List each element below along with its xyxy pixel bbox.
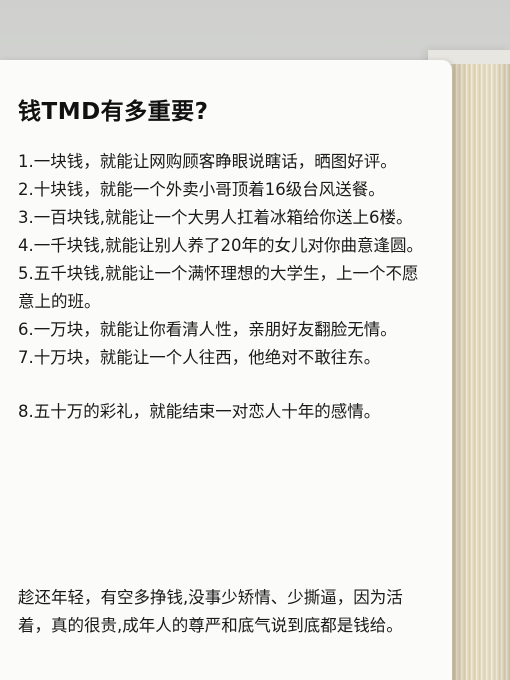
book-page-edges — [448, 64, 510, 680]
closing-paragraph: 趁还年轻，有空多挣钱,没事少矫情、少撕逼，因为活着，真的很贵,成年人的尊严和底气… — [18, 588, 403, 635]
list-item: 6.一万块，就能让你看清人性，亲朋好友翻脸无情。 — [18, 320, 397, 339]
list-item: 3.一百块钱,就能让一个大男人扛着冰箱给你送上6楼。 — [18, 208, 413, 227]
list-item: 4.一千块钱,就能让别人养了20年的女儿对你曲意逢圆。 — [18, 236, 423, 255]
page-title: 钱TMD有多重要? — [18, 99, 209, 125]
list-item: 2.十块钱，就能一个外卖小哥顶着16级台风送餐。 — [18, 180, 385, 199]
list-item: 7.十万块，就能让一个人往西，他绝对不敢往东。 — [18, 348, 381, 367]
list: 1.一块钱，就能让网购顾客睁眼说瞎话，晒图好评。 2.十块钱，就能一个外卖小哥顶… — [18, 148, 430, 426]
list-item: 5.五千块钱,就能让一个满怀理想的大学生，上一个不愿意上的班。 — [18, 264, 419, 311]
list-item: 8.五十万的彩礼，就能结束一对恋人十年的感情。 — [18, 402, 381, 421]
list-item: 1.一块钱，就能让网购顾客睁眼说瞎话，晒图好评。 — [18, 152, 397, 171]
photo-scene: 钱TMD有多重要? 1.一块钱，就能让网购顾客睁眼说瞎话，晒图好评。 2.十块钱… — [0, 0, 510, 680]
